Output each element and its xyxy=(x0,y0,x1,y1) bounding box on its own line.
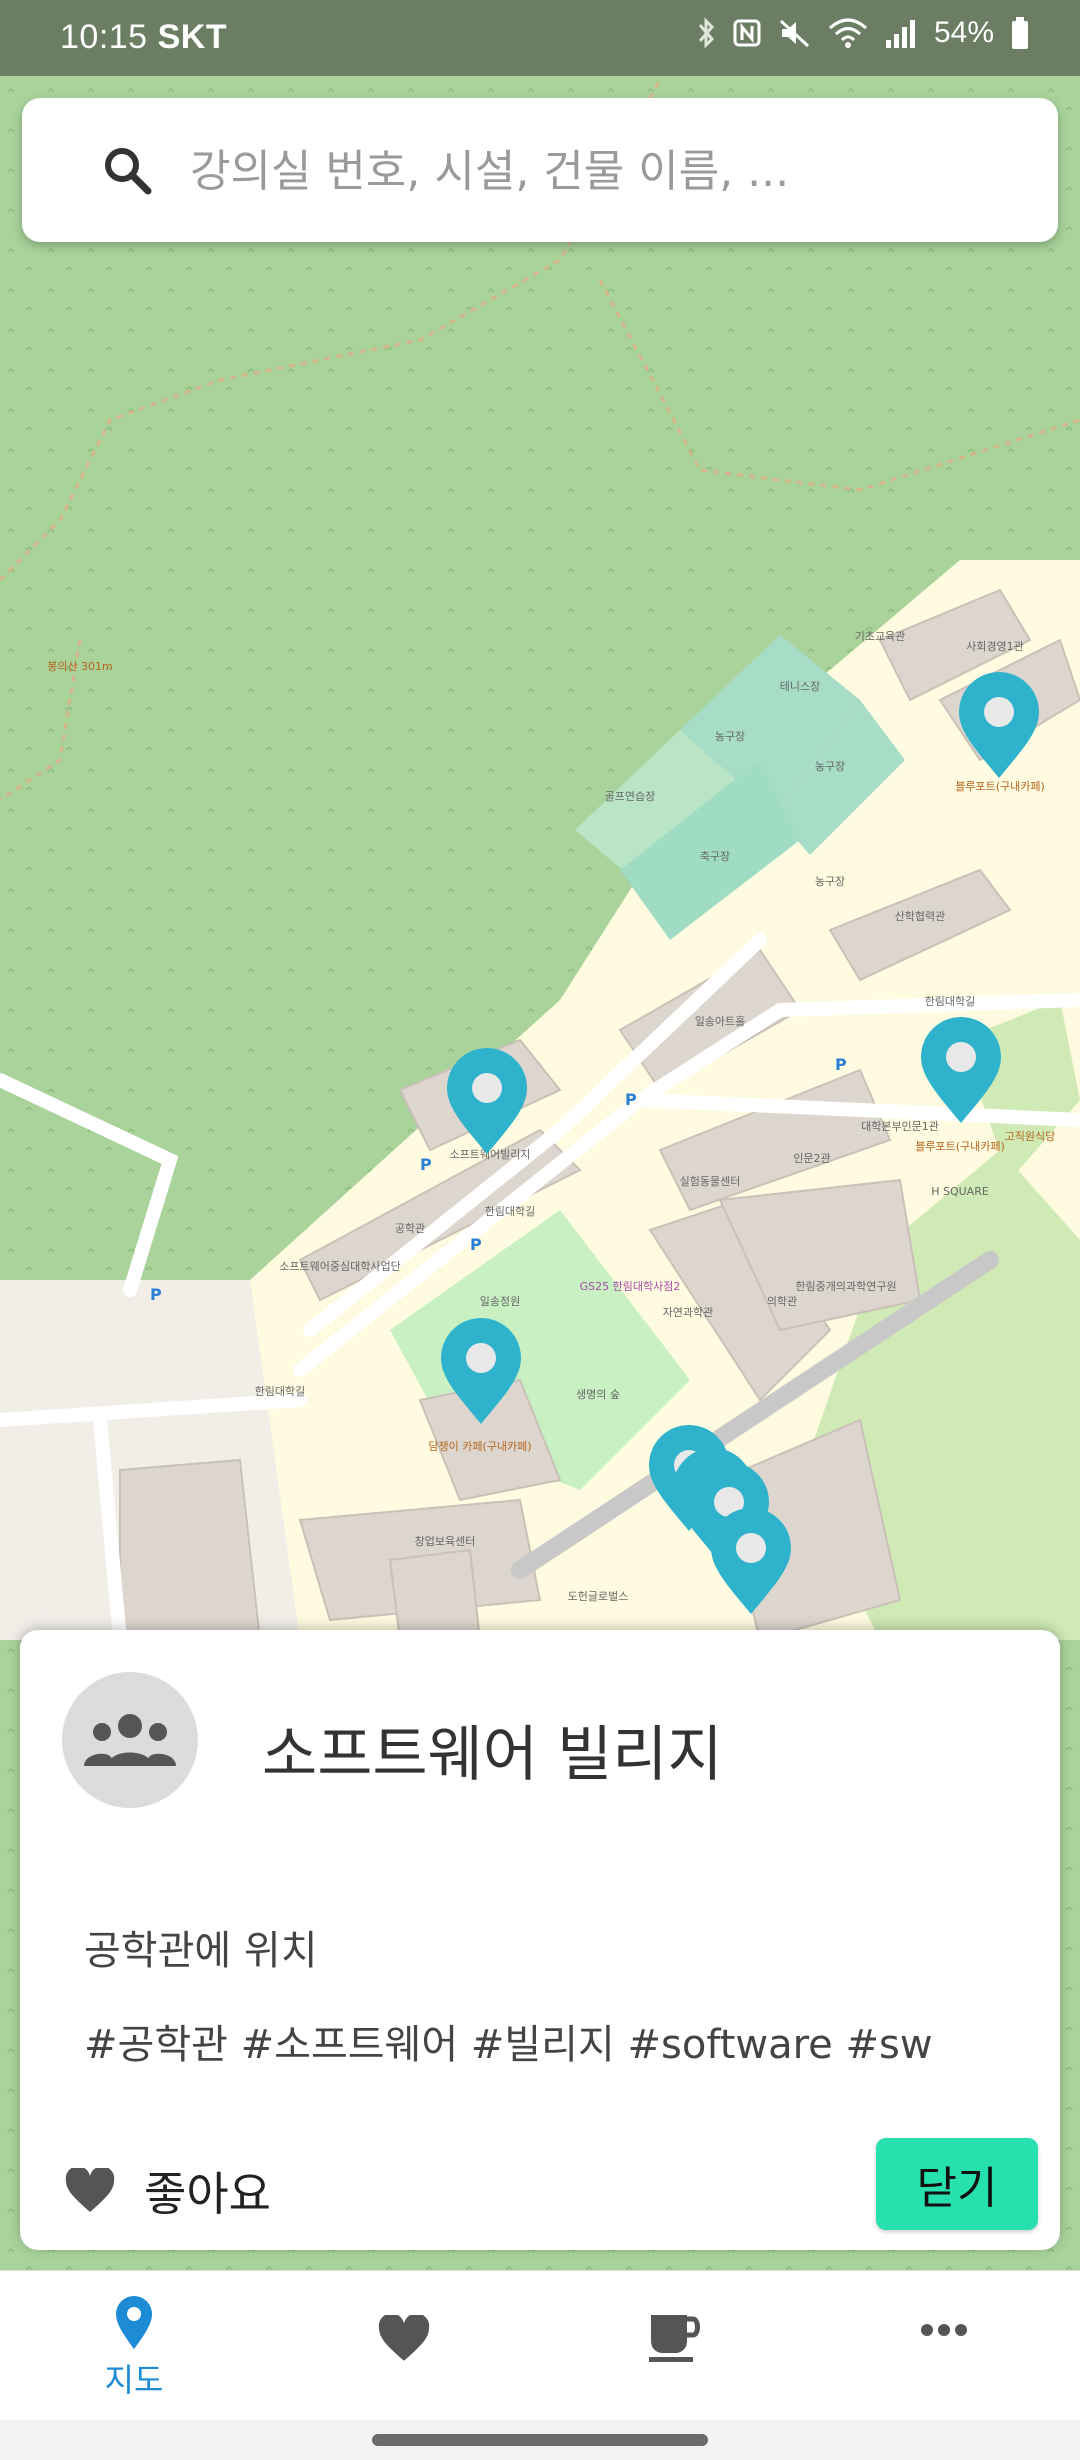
nav-cafe[interactable] xyxy=(594,2311,754,2421)
signal-icon xyxy=(885,20,915,48)
mute-icon xyxy=(779,19,809,48)
place-title: 소프트웨어 빌리지 xyxy=(262,1720,723,1790)
like-label: 좋아요 xyxy=(144,2167,271,2221)
map-label-lab: 실험동물센터 xyxy=(680,1175,741,1188)
map-label-gs25: GS25 한림대학사점2 xyxy=(580,1280,681,1293)
map-pin-selected[interactable] xyxy=(444,1048,530,1158)
map-pin[interactable] xyxy=(438,1318,524,1428)
map-label-bongui: 봉의산 301m xyxy=(47,660,113,673)
map-label-library: 도헌글로벌스 xyxy=(568,1590,629,1603)
map-label-medicine: 의학관 xyxy=(767,1295,797,1308)
map-label-football: 축구장 xyxy=(700,850,730,863)
nav-favorites[interactable] xyxy=(324,2315,484,2425)
map-label-humanities: 인문2관 xyxy=(793,1152,830,1165)
more-dots-icon xyxy=(921,2324,967,2336)
bottom-nav: 지도 xyxy=(0,2270,1080,2421)
map-label-industry: 산학협력관 xyxy=(895,910,946,923)
map-label-basic-hall: 기초교육관 xyxy=(855,630,906,643)
home-gesture-bar[interactable] xyxy=(372,2434,708,2446)
map-parking: P xyxy=(470,1235,482,1254)
map-label-tennis: 테니스장 xyxy=(780,680,820,693)
gesture-area xyxy=(0,2420,1080,2460)
map-label-ilsong-art: 일송아트홀 xyxy=(695,1014,746,1028)
place-location: 공학관에 위치 xyxy=(84,1928,318,1974)
place-avatar xyxy=(62,1672,198,1808)
map-label-restaurant: 고직원식당 xyxy=(1005,1130,1056,1143)
bluetooth-icon xyxy=(698,17,714,49)
map-label-hsquare: H SQUARE xyxy=(931,1185,989,1198)
status-icons: 54% xyxy=(696,16,1030,50)
search-bar[interactable] xyxy=(22,98,1058,242)
heart-icon xyxy=(65,2168,115,2212)
battery-icon xyxy=(1012,17,1028,49)
nav-map[interactable]: 지도 xyxy=(54,2295,214,2405)
map-label-hallym-road: 한림대학길 xyxy=(925,995,976,1008)
map-label-ilsong-garden: 일송정원 xyxy=(480,1294,520,1308)
coffee-cup-icon xyxy=(649,2315,700,2362)
map-parking: P xyxy=(420,1155,432,1174)
map-label-basketball2: 농구장 xyxy=(815,760,845,773)
status-time: 10:15 SKT xyxy=(60,18,227,57)
map-pin[interactable] xyxy=(708,1508,794,1618)
battery-percent: 54% xyxy=(933,16,994,49)
nav-map-label: 지도 xyxy=(104,2361,164,2399)
map-label-health: 창업보육센터 xyxy=(415,1535,476,1548)
map-label-sw-startup: 소프트웨어중심대학사업단 xyxy=(279,1260,400,1273)
wifi-icon xyxy=(828,18,867,48)
map-label-cafe3: 담쟁이 카페(구내카페) xyxy=(428,1440,531,1453)
status-bar: 10:15 SKT 54% xyxy=(0,0,1080,76)
map-label-engineering: 공학관 xyxy=(395,1222,425,1235)
carrier: SKT xyxy=(157,18,228,56)
map-parking: P xyxy=(150,1285,162,1304)
map-label-social-hall: 사회경영1관 xyxy=(966,640,1024,653)
place-tags: #공학관 #소프트웨어 #빌리지 #software #sw xyxy=(84,2022,933,2068)
map-label-science: 자연과학관 xyxy=(663,1306,714,1319)
map-label-hallym-edu: 한림중개의과학연구원 xyxy=(795,1280,896,1293)
like-button[interactable]: 좋아요 xyxy=(64,2158,271,2224)
map-parking: P xyxy=(835,1055,847,1074)
nav-more[interactable] xyxy=(864,2323,1024,2433)
heart-icon xyxy=(378,2315,430,2361)
nfc-icon xyxy=(733,19,761,47)
map-pin[interactable] xyxy=(956,672,1042,782)
search-input[interactable] xyxy=(188,142,1012,200)
map-label-forest: 생명의 숲 xyxy=(576,1388,620,1401)
group-icon xyxy=(84,1714,176,1766)
place-detail-sheet: 소프트웨어 빌리지 공학관에 위치 #공학관 #소프트웨어 #빌리지 #soft… xyxy=(20,1630,1060,2250)
clock: 10:15 xyxy=(60,18,148,56)
map-label-hallym-road2: 한림대학길 xyxy=(485,1205,536,1218)
map-pin-icon xyxy=(116,2296,152,2349)
map-label-golf: 골프연습장 xyxy=(605,790,656,803)
map-label-cafe2: 블루포트(구내카페) xyxy=(915,1140,1005,1153)
map-pin[interactable] xyxy=(918,1017,1004,1127)
map-label-hallym-road3: 한림대학길 xyxy=(255,1385,306,1398)
map-label-basketball3: 농구장 xyxy=(815,875,845,888)
map-parking: P xyxy=(625,1090,637,1109)
close-button[interactable]: 닫기 xyxy=(876,2138,1038,2230)
search-icon[interactable] xyxy=(102,145,152,195)
map-label-basketball: 농구장 xyxy=(715,730,745,743)
